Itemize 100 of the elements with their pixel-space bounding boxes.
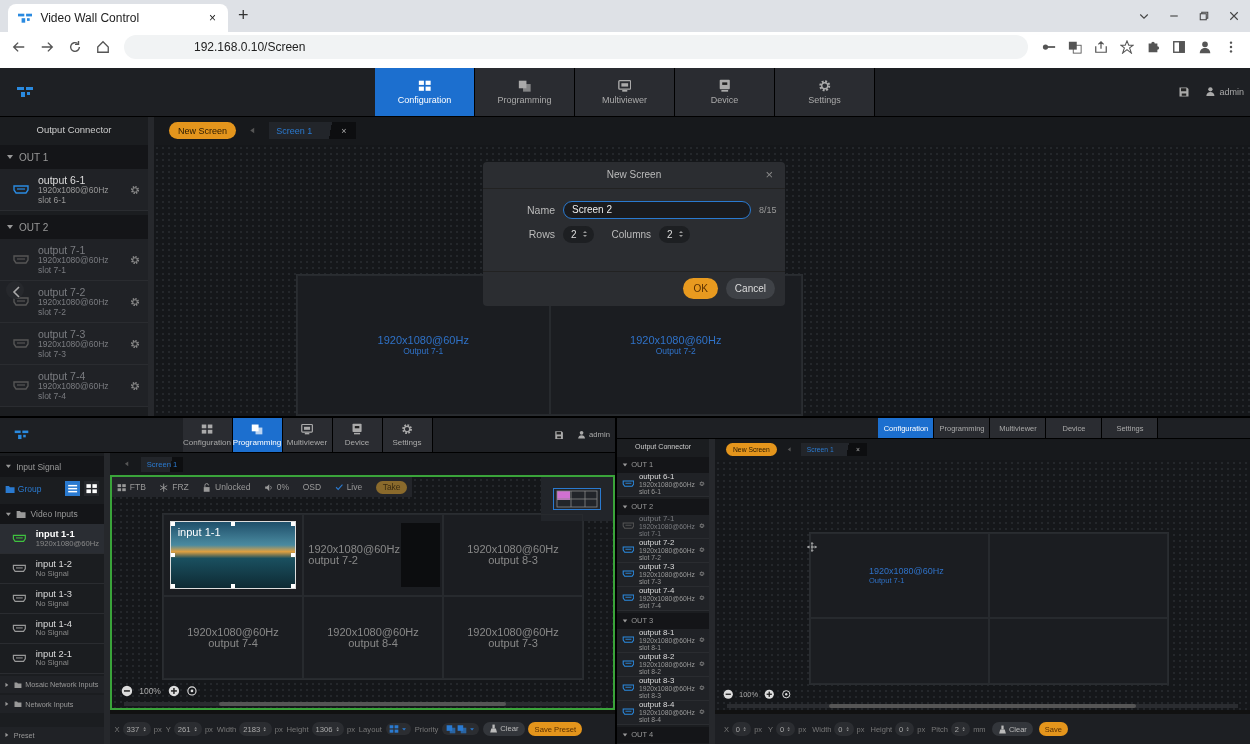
- toolbar-button[interactable]: OSD: [302, 482, 322, 493]
- move-icon: [807, 542, 817, 552]
- cell-output: output 7-2: [308, 555, 358, 567]
- toolbar-button[interactable]: FTB: [117, 482, 146, 493]
- share-icon[interactable]: [1094, 39, 1108, 54]
- live-checkbox[interactable]: Live: [334, 482, 363, 493]
- close-icon[interactable]: [1228, 9, 1240, 22]
- close-button[interactable]: ×: [763, 167, 775, 183]
- settings-icon[interactable]: [130, 296, 140, 307]
- name-field[interactable]: Screen 2: [563, 200, 751, 219]
- spinner-icon: [961, 724, 967, 734]
- group-header[interactable]: OUT 1: [0, 145, 148, 170]
- input-name: input 1-2: [35, 558, 74, 570]
- cell-resolution: 1920x1080@60Hz: [869, 565, 944, 576]
- input-name: input 1-1: [35, 529, 76, 540]
- settings-icon[interactable]: [699, 708, 706, 716]
- group-header[interactable]: OUT 2: [0, 215, 148, 240]
- new-tab-button[interactable]: +: [236, 5, 251, 27]
- settings-icon[interactable]: [130, 380, 140, 391]
- priority-dropdown[interactable]: [442, 722, 479, 736]
- zoom-in-icon[interactable]: [167, 685, 180, 697]
- user-name[interactable]: admin: [1219, 86, 1244, 97]
- grid-view-icon[interactable]: [83, 481, 99, 497]
- close-tab-button[interactable]: ×: [207, 10, 218, 25]
- address-bar[interactable]: 192.168.0.10/Screen: [124, 34, 1028, 59]
- nav-tab[interactable]: Configuration: [375, 67, 475, 116]
- list-view-icon[interactable]: [64, 481, 81, 497]
- zoom-out-icon[interactable]: [120, 685, 133, 697]
- browser-tab[interactable]: Video Wall Control ×: [8, 3, 228, 32]
- spinner-icon: [844, 724, 850, 734]
- output-item[interactable]: output 6-1 1920x1080@60Hz slot 6-1: [0, 169, 148, 212]
- translate-icon[interactable]: [1068, 39, 1082, 54]
- settings-icon[interactable]: [699, 480, 706, 488]
- nav-tab[interactable]: Multiviewer: [282, 418, 333, 452]
- sidebar-icon[interactable]: [1172, 39, 1186, 54]
- settings-icon[interactable]: [699, 522, 706, 530]
- settings-icon[interactable]: [699, 636, 706, 644]
- reset-icon[interactable]: [186, 685, 199, 697]
- caret-down-icon: [621, 461, 628, 468]
- cancel-button[interactable]: Cancel: [725, 278, 775, 300]
- field-label: Name: [527, 203, 555, 216]
- reset-icon[interactable]: [780, 689, 792, 700]
- restore-icon[interactable]: [1198, 9, 1210, 22]
- output-item[interactable]: output 7-4 1920x1080@60Hz slot 7-4: [0, 365, 148, 408]
- settings-icon[interactable]: [699, 684, 706, 692]
- settings-icon[interactable]: [699, 570, 706, 578]
- nav-tab[interactable]: Settings: [775, 67, 875, 116]
- scrollbar-thumb[interactable]: [829, 704, 1136, 708]
- avatar-icon[interactable]: [1198, 39, 1212, 54]
- output-item[interactable]: output 7-1 1920x1080@60Hz slot 7-1: [0, 239, 148, 282]
- settings-icon[interactable]: [699, 660, 706, 668]
- settings-icon[interactable]: [130, 254, 140, 265]
- home-icon[interactable]: [96, 39, 110, 54]
- screen-tab[interactable]: Screen 1 ×: [269, 122, 356, 140]
- settings-icon[interactable]: [699, 594, 706, 602]
- toolbar-button[interactable]: FRZ: [159, 482, 189, 493]
- scrollbar-thumb[interactable]: [219, 702, 506, 706]
- nav-tab[interactable]: Configuration: [182, 418, 233, 452]
- nav-tab[interactable]: Device: [675, 67, 775, 116]
- columns-field[interactable]: 2: [659, 225, 690, 243]
- cell-output: Output 7-2: [655, 346, 696, 356]
- check-icon: [334, 483, 344, 492]
- zoom-out-icon[interactable]: [722, 689, 733, 700]
- ok-button[interactable]: OK: [683, 278, 718, 300]
- nav-tab[interactable]: Programming: [475, 67, 575, 116]
- output-item[interactable]: output 7-3 1920x1080@60Hz slot 7-3: [0, 323, 148, 366]
- broom-icon: [488, 724, 498, 734]
- output-item[interactable]: output 7-2 1920x1080@60Hz slot 7-2: [0, 281, 148, 324]
- close-button[interactable]: ×: [339, 125, 349, 136]
- back-icon[interactable]: [12, 39, 26, 54]
- device-icon: [717, 78, 732, 93]
- tab-label[interactable]: Screen 1: [276, 125, 313, 136]
- zoom-in-icon[interactable]: [764, 689, 775, 700]
- reload-icon[interactable]: [68, 39, 82, 54]
- rows-field[interactable]: 2: [563, 225, 594, 243]
- section-header[interactable]: Input Signal: [0, 456, 104, 477]
- new-screen-button[interactable]: New Screen: [169, 122, 237, 140]
- star-icon[interactable]: [1120, 39, 1134, 54]
- layout-dropdown[interactable]: [385, 722, 411, 736]
- nav-tab[interactable]: Programming: [232, 418, 283, 452]
- left-arrow-icon[interactable]: [122, 460, 131, 468]
- settings-icon[interactable]: [130, 184, 140, 195]
- save-icon[interactable]: [553, 429, 565, 441]
- toolbar-button[interactable]: Unlocked: [202, 482, 251, 493]
- video-window[interactable]: input 1-1: [170, 520, 296, 590]
- folder-icon: [13, 680, 22, 689]
- user-icon: [1205, 86, 1216, 98]
- minimap[interactable]: [541, 477, 613, 522]
- nav-tab[interactable]: Device: [332, 418, 383, 452]
- nav-tab[interactable]: Multiviewer: [575, 67, 675, 116]
- toolbar-button[interactable]: 0%: [264, 482, 290, 493]
- puzzle-icon[interactable]: [1146, 39, 1160, 54]
- nav-tab[interactable]: Settings: [382, 418, 433, 452]
- group-button[interactable]: Group: [5, 483, 42, 494]
- group-header[interactable]: Video Inputs: [0, 503, 104, 525]
- forward-icon[interactable]: [40, 39, 54, 54]
- cell-output: Output 7-1: [403, 346, 444, 356]
- settings-icon[interactable]: [130, 338, 140, 349]
- save-icon[interactable]: [1178, 85, 1191, 98]
- settings-icon[interactable]: [699, 546, 706, 554]
